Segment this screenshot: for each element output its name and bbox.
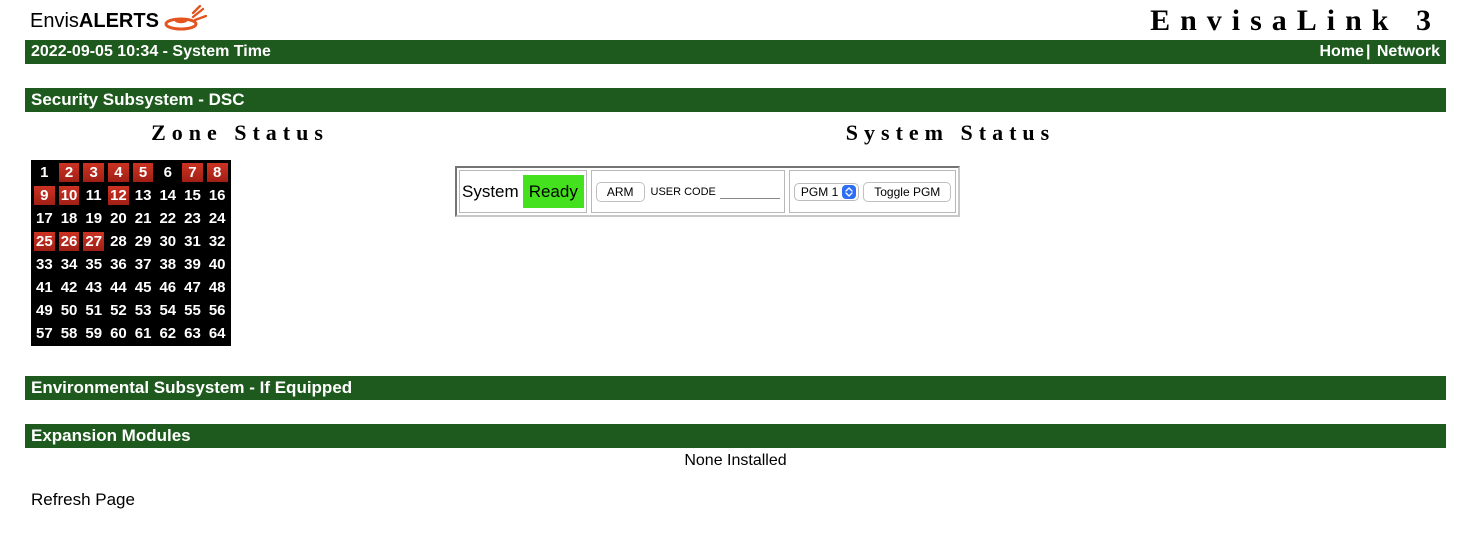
- zone-cell-60[interactable]: 60: [107, 323, 130, 344]
- zone-cell-1[interactable]: 1: [33, 162, 56, 183]
- zone-cell-8[interactable]: 8: [206, 162, 229, 183]
- zone-cell-12[interactable]: 12: [107, 185, 130, 206]
- zone-cell-34[interactable]: 34: [58, 254, 81, 275]
- zone-cell-21[interactable]: 21: [132, 208, 155, 229]
- product-title: EnvisaLink 3: [1150, 4, 1441, 38]
- zone-cell-20[interactable]: 20: [107, 208, 130, 229]
- refresh-page-link[interactable]: Refresh Page: [31, 490, 135, 510]
- zone-cell-9[interactable]: 9: [33, 185, 56, 206]
- zone-cell-15[interactable]: 15: [181, 185, 204, 206]
- arm-group: ARM USER CODE: [591, 170, 785, 213]
- system-time-text: 2022-09-05 10:34 - System Time: [31, 43, 271, 61]
- zone-cell-11[interactable]: 11: [82, 185, 105, 206]
- zone-cell-2[interactable]: 2: [58, 162, 81, 183]
- zone-cell-7[interactable]: 7: [181, 162, 204, 183]
- top-nav: Home| Network: [1319, 43, 1440, 61]
- zone-cell-26[interactable]: 26: [58, 231, 81, 252]
- zone-cell-38[interactable]: 38: [156, 254, 179, 275]
- zone-cell-37[interactable]: 37: [132, 254, 155, 275]
- zone-cell-56[interactable]: 56: [206, 300, 229, 321]
- zone-cell-39[interactable]: 39: [181, 254, 204, 275]
- zone-cell-14[interactable]: 14: [156, 185, 179, 206]
- top-status-bar: 2022-09-05 10:34 - System Time Home| Net…: [25, 40, 1446, 64]
- zone-cell-3[interactable]: 3: [82, 162, 105, 183]
- security-section-title: Security Subsystem - DSC: [25, 88, 1446, 112]
- system-status-heading: System Status: [455, 120, 1446, 146]
- zone-cell-61[interactable]: 61: [132, 323, 155, 344]
- zone-cell-59[interactable]: 59: [82, 323, 105, 344]
- zone-cell-52[interactable]: 52: [107, 300, 130, 321]
- zone-cell-50[interactable]: 50: [58, 300, 81, 321]
- zone-cell-16[interactable]: 16: [206, 185, 229, 206]
- system-status-panel: System Ready ARM USER CODE PGM 1 Toggl: [455, 166, 960, 217]
- zone-cell-53[interactable]: 53: [132, 300, 155, 321]
- brand-suffix: ALERTS: [79, 10, 159, 33]
- expansion-section-title: Expansion Modules: [25, 424, 1446, 448]
- zone-cell-48[interactable]: 48: [206, 277, 229, 298]
- user-code-label: USER CODE: [651, 186, 716, 198]
- zone-cell-23[interactable]: 23: [181, 208, 204, 229]
- zone-cell-51[interactable]: 51: [82, 300, 105, 321]
- zone-cell-32[interactable]: 32: [206, 231, 229, 252]
- nav-network-link[interactable]: Network: [1377, 43, 1440, 60]
- zone-cell-49[interactable]: 49: [33, 300, 56, 321]
- toggle-pgm-button[interactable]: Toggle PGM: [863, 182, 951, 202]
- nav-separator: |: [1366, 43, 1370, 60]
- zone-cell-6[interactable]: 6: [156, 162, 179, 183]
- zone-cell-64[interactable]: 64: [206, 323, 229, 344]
- zone-cell-19[interactable]: 19: [82, 208, 105, 229]
- zone-cell-27[interactable]: 27: [82, 231, 105, 252]
- pgm-select[interactable]: PGM 1: [794, 183, 859, 201]
- zone-cell-36[interactable]: 36: [107, 254, 130, 275]
- brand-logo: EnvisALERTS: [30, 5, 207, 37]
- arm-button[interactable]: ARM: [596, 182, 645, 202]
- zone-cell-62[interactable]: 62: [156, 323, 179, 344]
- zone-cell-25[interactable]: 25: [33, 231, 56, 252]
- nav-home-link[interactable]: Home: [1319, 43, 1363, 60]
- zone-cell-41[interactable]: 41: [33, 277, 56, 298]
- zone-cell-24[interactable]: 24: [206, 208, 229, 229]
- zone-cell-45[interactable]: 45: [132, 277, 155, 298]
- zone-cell-55[interactable]: 55: [181, 300, 204, 321]
- zone-cell-29[interactable]: 29: [132, 231, 155, 252]
- zone-cell-47[interactable]: 47: [181, 277, 204, 298]
- zone-cell-42[interactable]: 42: [58, 277, 81, 298]
- brand-prefix: Envis: [30, 10, 79, 33]
- zone-cell-54[interactable]: 54: [156, 300, 179, 321]
- zone-cell-31[interactable]: 31: [181, 231, 204, 252]
- system-label: System: [462, 182, 519, 202]
- zone-cell-44[interactable]: 44: [107, 277, 130, 298]
- environmental-section-title: Environmental Subsystem - If Equipped: [25, 376, 1446, 400]
- zone-cell-40[interactable]: 40: [206, 254, 229, 275]
- zone-cell-33[interactable]: 33: [33, 254, 56, 275]
- zone-cell-5[interactable]: 5: [132, 162, 155, 183]
- zone-cell-28[interactable]: 28: [107, 231, 130, 252]
- zone-status-heading: Zone Status: [25, 120, 455, 146]
- pgm-selected-value: PGM 1: [801, 185, 838, 199]
- zone-cell-4[interactable]: 4: [107, 162, 130, 183]
- zone-cell-13[interactable]: 13: [132, 185, 155, 206]
- alert-swoosh-icon: [163, 5, 207, 37]
- zone-cell-63[interactable]: 63: [181, 323, 204, 344]
- zone-cell-43[interactable]: 43: [82, 277, 105, 298]
- zone-cell-58[interactable]: 58: [58, 323, 81, 344]
- zone-cell-18[interactable]: 18: [58, 208, 81, 229]
- system-ready-group: System Ready: [459, 170, 587, 213]
- user-code-input[interactable]: [720, 184, 780, 199]
- zone-cell-10[interactable]: 10: [58, 185, 81, 206]
- zone-cell-22[interactable]: 22: [156, 208, 179, 229]
- zone-cell-30[interactable]: 30: [156, 231, 179, 252]
- expansion-none-installed: None Installed: [25, 448, 1446, 470]
- zone-cell-17[interactable]: 17: [33, 208, 56, 229]
- zone-status-grid: 1234567891011121314151617181920212223242…: [31, 160, 231, 346]
- system-ready-badge: Ready: [523, 175, 584, 208]
- zone-cell-35[interactable]: 35: [82, 254, 105, 275]
- pgm-group: PGM 1 Toggle PGM: [789, 170, 956, 213]
- chevron-updown-icon: [842, 185, 856, 199]
- zone-cell-57[interactable]: 57: [33, 323, 56, 344]
- zone-cell-46[interactable]: 46: [156, 277, 179, 298]
